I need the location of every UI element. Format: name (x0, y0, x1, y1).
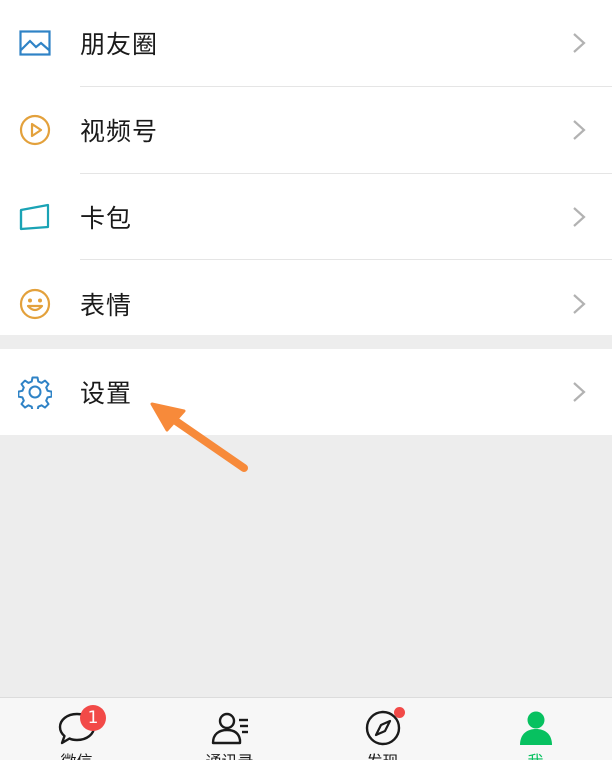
menu-item-moments[interactable]: 朋友圈 (0, 0, 612, 87)
chevron-right-icon (573, 207, 586, 227)
menu-item-label: 设置 (80, 379, 133, 408)
menu-item-stickers[interactable]: 表情 (0, 260, 612, 347)
menu-item-channels[interactable]: 视频号 (0, 87, 612, 174)
menu-item-label: 表情 (80, 290, 133, 320)
menu-item-label: 朋友圈 (80, 30, 159, 60)
chevron-right-icon (573, 293, 586, 314)
card-wallet-icon (18, 200, 52, 234)
channels-play-icon (18, 113, 52, 147)
annotation-arrow-icon (150, 402, 248, 472)
chevron-right-icon (573, 120, 586, 140)
moments-icon (18, 26, 52, 60)
menu-item-label: 视频号 (80, 117, 159, 147)
tab-contacts[interactable]: 通讯录 (153, 698, 306, 760)
bottom-tab-bar: 1 微信 通讯录 发现 我 (0, 697, 612, 760)
tab-me[interactable]: 我 (459, 698, 612, 760)
menu-item-label: 卡包 (80, 203, 133, 233)
menu-group-main: 朋友圈 视频号 卡包 表情 (0, 0, 612, 335)
chevron-right-icon (573, 382, 586, 402)
contacts-icon (211, 712, 248, 745)
chevron-right-icon (573, 33, 586, 54)
person-icon (519, 711, 552, 745)
unread-count-badge: 1 (80, 705, 106, 731)
menu-item-card-wallet[interactable]: 卡包 (0, 174, 612, 261)
tab-label: 微信 (0, 748, 153, 760)
menu-item-settings[interactable]: 设置 (0, 349, 612, 435)
menu-group-settings: 设置 (0, 349, 612, 435)
gear-icon (18, 375, 52, 409)
new-content-dot (394, 707, 405, 718)
tab-label: 发现 (306, 748, 459, 760)
tab-label: 我 (459, 748, 612, 760)
tab-discover[interactable]: 发现 (306, 698, 459, 760)
tab-chats[interactable]: 1 微信 (0, 698, 153, 760)
tab-label: 通讯录 (153, 748, 306, 760)
emoji-smiley-icon (18, 287, 52, 321)
